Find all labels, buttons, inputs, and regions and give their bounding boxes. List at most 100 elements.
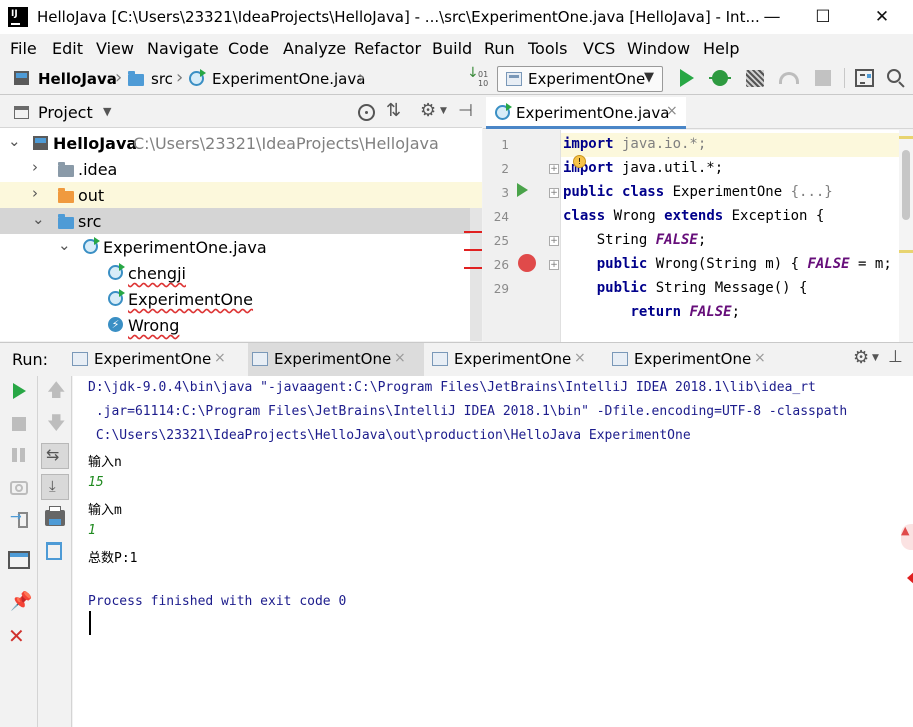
run-tab[interactable]: ExperimentOne × [428,343,604,376]
settings-gear-icon[interactable]: ⚙ [853,347,869,368]
rerun-icon[interactable] [13,383,26,399]
fold-marker-icon[interactable]: + [549,236,559,246]
run-tab[interactable]: ExperimentOne × [68,343,244,376]
menu-vcs[interactable]: VCS [583,39,615,58]
pin-tab-icon[interactable]: 📌 [10,591,32,612]
code-token: public class [563,184,665,200]
stop-icon[interactable] [12,417,26,431]
chevron-down-icon[interactable]: ▼ [872,353,879,363]
menu-build[interactable]: Build [432,39,472,58]
tree-item-root[interactable]: ⌄ HelloJava C:\Users\23321\IdeaProjects\… [0,130,482,156]
notification-edge-icon[interactable]: ▲ [901,524,913,550]
code-token: public [596,256,648,272]
intention-bulb-icon[interactable]: ! [573,155,586,168]
menu-window[interactable]: Window [627,39,690,58]
close-tab-icon[interactable]: × [754,350,766,366]
run-toolbar-primary: → 📌 ✕ [0,376,38,727]
tree-item-file[interactable]: ⌄ ExperimentOne.java [0,234,482,260]
close-run-icon[interactable]: ✕ [8,624,25,648]
menu-edit[interactable]: Edit [52,39,83,58]
run-tab[interactable]: ExperimentOne × [248,343,424,376]
editor-tab-experimentone[interactable]: ExperimentOne.java × [486,97,686,129]
build-project-icon[interactable]: ↓ 01 10 [467,66,489,89]
chevron-down-icon[interactable]: ⌄ [58,236,71,254]
code-line: import java.io.*; [563,136,706,152]
tree-scrollbar[interactable] [470,208,482,341]
line-number: 1 [501,138,509,152]
scroll-to-end-toggle[interactable]: ⤓ [41,474,69,500]
exit-icon[interactable]: → [10,509,28,528]
pause-icon[interactable] [12,448,17,462]
editor-scrollbar[interactable] [899,130,913,342]
maximize-button[interactable]: ☐ [800,0,846,34]
clear-all-icon[interactable] [46,542,62,560]
menu-run[interactable]: Run [484,39,515,58]
project-structure-icon[interactable] [855,69,874,87]
menu-code[interactable]: Code [228,39,269,58]
chevron-right-icon[interactable]: › [32,184,38,202]
settings-gear-icon[interactable]: ⚙ [420,100,436,121]
tree-item-label: ExperimentOne [128,290,254,309]
folder-icon [128,71,144,86]
hide-panel-icon[interactable]: ⊥ [888,347,903,367]
code-token: class [563,208,606,224]
down-stack-icon[interactable]: 🡇 [47,411,66,441]
tree-item-out[interactable]: › out [0,182,482,208]
fold-marker-icon[interactable]: + [549,260,559,270]
close-tab-icon[interactable]: × [214,350,226,366]
breakpoint-icon[interactable] [518,254,536,272]
breadcrumb-file[interactable]: ExperimentOne.java [212,70,365,88]
stop-icon[interactable] [815,70,831,86]
code-token: import [563,136,614,152]
soft-wrap-toggle[interactable]: ⇆ [41,443,69,469]
tree-item-idea[interactable]: › .idea [0,156,482,182]
debug-icon[interactable] [709,70,731,86]
restore-layout-icon[interactable] [8,551,30,569]
collapse-all-icon[interactable]: ⇅ [386,100,401,121]
tree-item-src[interactable]: ⌄ src [0,208,482,234]
breadcrumb-folder[interactable]: src [151,70,173,88]
search-icon[interactable] [887,69,905,88]
run-tab[interactable]: ExperimentOne × [608,343,784,376]
print-icon[interactable] [45,506,65,526]
menu-view[interactable]: View [96,39,134,58]
run-icon[interactable] [680,69,694,87]
tree-item-class-chengji[interactable]: chengji [0,260,482,286]
code-editor[interactable]: 1 2 +3 +24 25 +26 +29 import java.io.*; import … [483,130,913,342]
code-token: ExperimentOne [664,184,791,200]
menu-file[interactable]: File [10,39,37,58]
run-configuration-dropdown[interactable]: ExperimentOne ▼ [497,66,663,92]
close-tab-icon[interactable]: × [666,103,678,119]
project-panel-title[interactable]: Project [38,103,93,122]
tree-item-class-experimentone[interactable]: ExperimentOne [0,286,482,312]
hide-panel-icon[interactable]: ⊣ [458,101,473,121]
menu-tools[interactable]: Tools [528,39,567,58]
fold-marker-icon[interactable]: + [549,188,559,198]
tree-item-class-wrong[interactable]: ⚡ Wrong [0,312,482,338]
close-button[interactable]: ✕ [859,0,905,34]
chevron-down-icon[interactable]: ▼ [103,105,111,118]
scroll-from-source-icon[interactable] [358,104,375,121]
menu-help[interactable]: Help [703,39,739,58]
code-line: public class ExperimentOne {...} [563,184,833,200]
menu-navigate[interactable]: Navigate [147,39,219,58]
console-line: D:\jdk-9.0.4\bin\java "-javaagent:C:\Pro… [88,380,816,395]
menu-refactor[interactable]: Refactor [354,39,421,58]
menu-analyze[interactable]: Analyze [283,39,346,58]
minimize-button[interactable]: — [749,0,795,34]
close-tab-icon[interactable]: × [394,350,406,366]
dump-threads-icon[interactable] [10,481,28,495]
chevron-right-icon[interactable]: › [32,158,38,176]
breadcrumb-project[interactable]: HelloJava [38,70,117,88]
console-output[interactable]: D:\jdk-9.0.4\bin\java "-javaagent:C:\Pro… [73,376,913,727]
chevron-down-icon[interactable]: ⌄ [32,210,45,228]
up-stack-icon[interactable]: 🡅 [47,378,66,408]
fold-marker-icon[interactable]: + [549,164,559,174]
line-number: 2 [501,162,509,176]
close-tab-icon[interactable]: × [574,350,586,366]
chevron-down-icon[interactable]: ⌄ [8,132,21,150]
chevron-down-icon[interactable]: ▼ [440,106,447,116]
run-gutter-icon[interactable] [517,183,528,197]
run-with-coverage-icon[interactable] [746,70,764,87]
